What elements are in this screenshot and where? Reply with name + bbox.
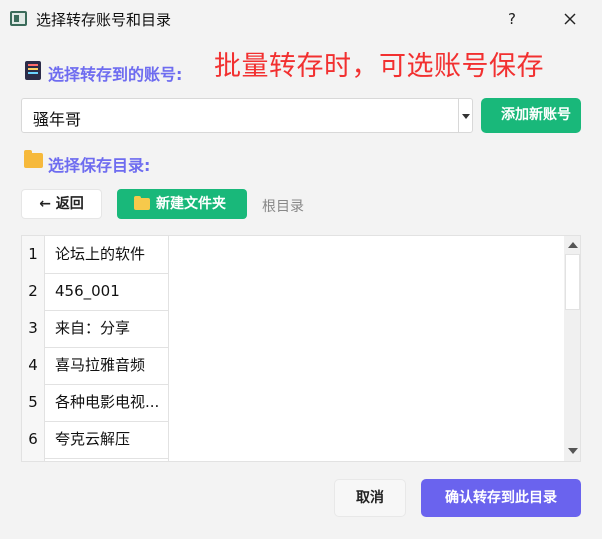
folder-name-cell[interactable]: 各种电影电视... xyxy=(44,384,169,421)
root-directory-link[interactable]: 根目录 xyxy=(262,196,304,216)
batch-save-note: 批量转存时，可选账号保存 xyxy=(214,51,544,82)
folder-name-cell[interactable]: 喜马拉雅音频 xyxy=(44,347,169,384)
cancel-button[interactable]: 取消 xyxy=(334,479,406,517)
folder-name-cell[interactable]: 来自：分享 xyxy=(44,310,169,347)
folder-name-cell[interactable]: 夸克云解压 xyxy=(44,421,169,458)
table-row[interactable] xyxy=(22,458,169,461)
folder-table[interactable]: 1 论坛上的软件 2 456_001 3 来自：分享 4 喜马拉雅音频 5 各种… xyxy=(21,235,581,462)
folder-icon xyxy=(24,150,43,168)
title-bar: 选择转存账号和目录 ? xyxy=(0,0,602,38)
account-select-value: 骚年哥 xyxy=(33,110,82,129)
row-number: 6 xyxy=(22,421,45,458)
row-number: 5 xyxy=(22,384,45,421)
new-folder-button[interactable]: 新建文件夹 xyxy=(117,189,247,219)
account-select[interactable]: 骚年哥 xyxy=(21,98,473,133)
scrollbar-thumb[interactable] xyxy=(565,254,580,310)
vertical-scrollbar[interactable] xyxy=(564,236,580,461)
row-number: 3 xyxy=(22,310,45,347)
back-button[interactable]: ← 返回 xyxy=(21,189,102,219)
row-number: 4 xyxy=(22,347,45,384)
table-row[interactable]: 6 夸克云解压 xyxy=(22,421,169,459)
folder-name-cell[interactable]: 论坛上的软件 xyxy=(44,236,169,273)
table-row[interactable]: 5 各种电影电视... xyxy=(22,384,169,422)
account-book-icon xyxy=(25,61,41,80)
scroll-down-arrow-icon[interactable] xyxy=(564,444,580,458)
scroll-up-arrow-icon[interactable] xyxy=(564,238,580,252)
table-row[interactable]: 4 喜马拉雅音频 xyxy=(22,347,169,385)
folder-section-label: 选择保存目录: xyxy=(48,156,151,175)
row-number xyxy=(22,458,45,461)
folder-name-cell[interactable] xyxy=(44,458,169,461)
account-section-label: 选择转存到的账号: xyxy=(48,65,183,84)
row-number: 1 xyxy=(22,236,45,273)
close-icon xyxy=(564,13,576,25)
add-account-button[interactable]: 添加新账号 xyxy=(481,98,581,133)
new-folder-label: 新建文件夹 xyxy=(156,196,226,212)
close-button[interactable] xyxy=(555,6,585,32)
chevron-down-icon[interactable] xyxy=(458,99,472,132)
table-row[interactable]: 3 来自：分享 xyxy=(22,310,169,348)
window-title: 选择转存账号和目录 xyxy=(36,11,172,29)
table-row[interactable]: 1 论坛上的软件 xyxy=(22,236,169,274)
confirm-save-button[interactable]: 确认转存到此目录 xyxy=(421,479,581,517)
help-button[interactable]: ? xyxy=(497,6,527,32)
app-window-icon xyxy=(10,11,27,26)
table-row[interactable]: 2 456_001 xyxy=(22,273,169,311)
row-number: 2 xyxy=(22,273,45,310)
folder-name-cell[interactable]: 456_001 xyxy=(44,273,169,310)
new-folder-icon xyxy=(134,196,150,210)
